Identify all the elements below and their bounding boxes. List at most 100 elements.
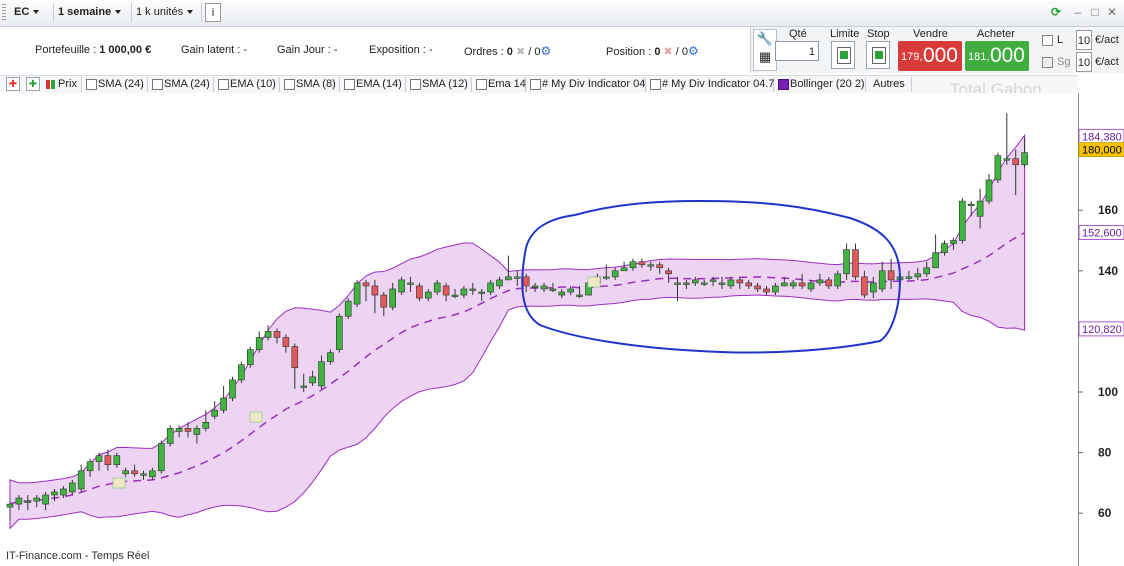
candle-body[interactable]: [976, 200, 984, 217]
checkbox[interactable]: [530, 79, 541, 90]
candle-body[interactable]: [789, 282, 797, 287]
checkbox[interactable]: [284, 79, 295, 90]
dividend-icon[interactable]: [249, 411, 263, 423]
candle-body[interactable]: [158, 443, 165, 472]
candle-body[interactable]: [513, 276, 521, 279]
candle-body[interactable]: [540, 285, 548, 290]
candle-body[interactable]: [104, 455, 112, 466]
close-icon[interactable]: ✕: [1104, 4, 1120, 20]
candle-body[interactable]: [416, 285, 423, 299]
candle-body[interactable]: [576, 294, 583, 297]
period-selector[interactable]: 1 semaine: [54, 3, 132, 22]
legend-ema-14-b[interactable]: Ema 14: [474, 77, 526, 92]
sg-checkbox[interactable]: [1042, 57, 1053, 68]
candle-body[interactable]: [184, 428, 192, 432]
legend-ema-14[interactable]: EMA (14): [342, 77, 406, 92]
sell-button[interactable]: 179, 000: [898, 41, 962, 71]
candle-body[interactable]: [772, 285, 779, 293]
candle-body[interactable]: [549, 288, 557, 291]
candle-body[interactable]: [193, 428, 201, 435]
candle-body[interactable]: [567, 288, 575, 293]
dividend-icon[interactable]: [112, 477, 126, 489]
candle-body[interactable]: [24, 500, 32, 503]
candle-body[interactable]: [834, 273, 842, 287]
candle-body[interactable]: [843, 249, 850, 275]
candle-body[interactable]: [816, 279, 824, 284]
candle-body[interactable]: [77, 470, 85, 490]
maximize-icon[interactable]: □: [1087, 4, 1103, 20]
candle-body[interactable]: [149, 470, 156, 478]
candle-body[interactable]: [60, 488, 67, 496]
qty-input[interactable]: 1: [775, 41, 819, 61]
candle-body[interactable]: [807, 282, 815, 290]
legend-sma-8[interactable]: SMA (8): [282, 77, 340, 92]
candle-body[interactable]: [238, 364, 245, 381]
position-gear-icon[interactable]: ⚙: [688, 44, 699, 58]
instrument-selector[interactable]: EC: [10, 3, 54, 22]
orders-cancel-icon[interactable]: ✖: [516, 46, 525, 58]
candle-body[interactable]: [1012, 158, 1020, 166]
legend-autres[interactable]: Autres: [868, 77, 912, 92]
candle-body[interactable]: [86, 461, 94, 472]
candle-body[interactable]: [247, 349, 254, 366]
candle-body[interactable]: [442, 285, 450, 296]
candle-body[interactable]: [994, 155, 1002, 181]
candle-body[interactable]: [362, 282, 370, 287]
candle-body[interactable]: [700, 282, 708, 285]
candle-body[interactable]: [15, 497, 23, 505]
toolbar-grip-icon[interactable]: [2, 4, 6, 22]
candle-body[interactable]: [487, 282, 494, 293]
buy-button[interactable]: 181, 000: [965, 41, 1029, 71]
candle-body[interactable]: [629, 261, 637, 269]
legend-div-indicator-047[interactable]: # My Div Indicator 04.7: [648, 77, 775, 92]
refresh-icon[interactable]: ⟳: [1048, 4, 1064, 20]
checkbox[interactable]: [476, 79, 487, 90]
legend-sma-24[interactable]: SMA (24): [84, 77, 148, 92]
candle-body[interactable]: [229, 379, 236, 399]
add-indicator-icon[interactable]: ✚: [26, 77, 40, 91]
candle-body[interactable]: [505, 276, 512, 281]
candle-body[interactable]: [175, 428, 183, 432]
price-chart[interactable]: 60 80 100 140 160 200 184,380 180,000 152,600 120…: [0, 93, 1124, 566]
orders-gear-icon[interactable]: ⚙: [541, 44, 552, 58]
candle-body[interactable]: [620, 267, 628, 272]
candle-body[interactable]: [451, 294, 459, 297]
units-selector[interactable]: 1 k unités: [132, 3, 202, 22]
candle-body[interactable]: [424, 291, 432, 299]
candle-body[interactable]: [611, 270, 619, 278]
position-cancel-icon[interactable]: ✖: [664, 46, 673, 58]
candle-body[interactable]: [335, 315, 343, 350]
candle-body[interactable]: [656, 264, 664, 269]
candle-body[interactable]: [220, 397, 227, 411]
candle-body[interactable]: [914, 273, 922, 278]
legend-sma-24-b[interactable]: SMA (24): [150, 77, 214, 92]
candle-body[interactable]: [647, 264, 655, 267]
candle-body[interactable]: [852, 249, 859, 278]
legend-sma-12[interactable]: SMA (12): [408, 77, 472, 92]
candle-body[interactable]: [683, 282, 690, 285]
candle-body[interactable]: [691, 279, 699, 284]
candle-body[interactable]: [211, 409, 218, 417]
candle-body[interactable]: [166, 428, 174, 444]
checkbox[interactable]: [650, 79, 661, 90]
candle-body[interactable]: [878, 270, 886, 290]
candle-body[interactable]: [1021, 152, 1028, 166]
candle-body[interactable]: [941, 243, 948, 253]
candle-body[interactable]: [665, 270, 672, 275]
candle-body[interactable]: [131, 470, 138, 475]
checkbox[interactable]: [778, 79, 789, 90]
candle-body[interactable]: [469, 288, 477, 291]
legend-div-indicator-04[interactable]: # My Div Indicator 04: [528, 77, 646, 92]
candle-body[interactable]: [496, 279, 503, 287]
candle-body[interactable]: [371, 285, 379, 296]
candle-body[interactable]: [950, 240, 957, 244]
candle-body[interactable]: [763, 288, 770, 293]
candle-body[interactable]: [869, 282, 877, 293]
candle-body[interactable]: [69, 482, 76, 493]
candle-body[interactable]: [202, 421, 210, 429]
checkbox[interactable]: [218, 79, 229, 90]
candle-body[interactable]: [282, 337, 290, 347]
candle-body[interactable]: [42, 494, 49, 505]
legend-prix[interactable]: Prix: [44, 77, 82, 92]
candle-body[interactable]: [709, 279, 717, 282]
